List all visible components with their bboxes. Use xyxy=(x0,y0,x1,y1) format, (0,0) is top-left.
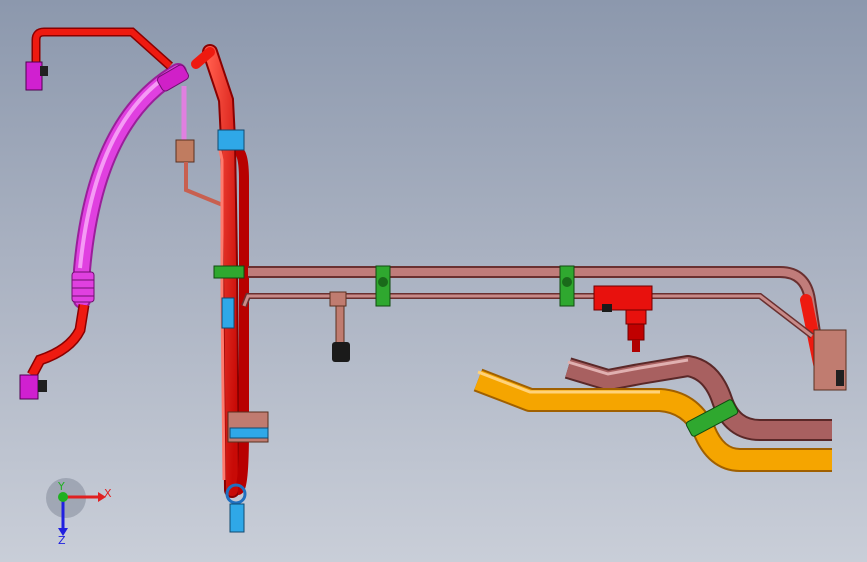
hose-crimp-bottom xyxy=(71,271,95,303)
pressure-sensor[interactable] xyxy=(332,342,350,362)
red-tube-bottom-left[interactable] xyxy=(19,304,90,400)
tee-fitting[interactable] xyxy=(329,291,350,362)
blue-fitting-mid[interactable] xyxy=(221,297,235,329)
y-axis-dot xyxy=(58,492,68,502)
red-tube-top-left[interactable] xyxy=(25,27,174,91)
y-axis-label: Y xyxy=(57,480,65,493)
cad-viewport[interactable]: X Y Z xyxy=(0,0,867,562)
main-red-pipe[interactable] xyxy=(191,44,269,533)
axis-triad: X Y Z xyxy=(46,478,112,547)
green-clamp-1[interactable] xyxy=(375,265,391,307)
brown-pipe-lower[interactable] xyxy=(241,293,814,339)
z-axis-label: Z xyxy=(58,534,66,547)
x-axis-label: X xyxy=(104,487,112,500)
magenta-hose[interactable] xyxy=(71,63,190,309)
hex-nut-fitting[interactable] xyxy=(175,139,195,163)
orange-pipe[interactable] xyxy=(473,368,832,472)
green-clamp-2[interactable] xyxy=(559,265,575,307)
port-fitting-bottom-left[interactable] xyxy=(19,374,39,400)
blue-fitting-bottom[interactable] xyxy=(229,503,245,533)
red-valve-block[interactable] xyxy=(593,285,653,352)
blue-fitting-top[interactable] xyxy=(217,129,245,151)
port-fitting-top-left[interactable] xyxy=(25,61,43,91)
